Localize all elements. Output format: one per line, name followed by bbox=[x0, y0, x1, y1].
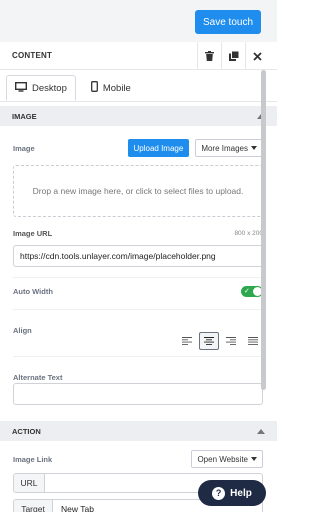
device-tabs: Desktop Mobile bbox=[0, 70, 277, 102]
more-images-dropdown[interactable]: More Images bbox=[195, 139, 263, 157]
caret-down-icon bbox=[251, 146, 257, 150]
dropzone-text: Drop a new image here, or click to selec… bbox=[32, 185, 244, 196]
save-button[interactable]: Save touch bbox=[195, 10, 261, 34]
align-center-button[interactable] bbox=[199, 332, 219, 350]
desktop-icon bbox=[14, 81, 28, 95]
chevron-up-icon bbox=[257, 427, 265, 436]
image-dropzone[interactable]: Drop a new image here, or click to selec… bbox=[13, 165, 263, 217]
panel-header: CONTENT bbox=[0, 42, 277, 70]
duplicate-icon[interactable] bbox=[221, 42, 245, 70]
divider bbox=[13, 309, 263, 310]
target-field-label: Target bbox=[13, 499, 53, 512]
help-icon: ? bbox=[212, 486, 226, 500]
more-images-label: More Images bbox=[201, 143, 248, 153]
alt-text-label-row: Alternate Text bbox=[0, 367, 277, 382]
auto-width-row: Auto Width ✓ bbox=[0, 278, 277, 304]
image-actions: Upload Image More Images bbox=[127, 139, 263, 157]
align-right-icon bbox=[226, 337, 236, 345]
image-url-input[interactable]: https://cdn.tools.unlayer.com/image/plac… bbox=[13, 245, 263, 267]
align-left-icon bbox=[182, 337, 192, 345]
image-size-text: 800 x 200 bbox=[234, 229, 263, 237]
align-right-button[interactable] bbox=[221, 332, 241, 350]
help-button[interactable]: ? Help bbox=[198, 480, 266, 506]
link-type-label: Open Website bbox=[197, 454, 248, 464]
editor-page: Save touch CONTENT Desktop Mobile IMAGE … bbox=[0, 0, 277, 512]
auto-width-label: Auto Width bbox=[13, 286, 53, 296]
tab-label: Desktop bbox=[32, 82, 67, 94]
align-group bbox=[177, 332, 263, 350]
panel-scrollbar[interactable] bbox=[261, 70, 266, 390]
top-bar: Save touch bbox=[0, 0, 277, 42]
mobile-icon bbox=[90, 81, 98, 95]
align-center-icon bbox=[204, 337, 214, 345]
image-link-row: Image Link Open Website bbox=[0, 450, 277, 468]
tab-desktop[interactable]: Desktop bbox=[6, 75, 76, 101]
upload-image-button[interactable]: Upload Image bbox=[127, 139, 190, 157]
alt-text-input[interactable] bbox=[13, 383, 263, 405]
align-row bbox=[0, 332, 277, 350]
help-label: Help bbox=[230, 487, 252, 499]
divider bbox=[13, 356, 263, 357]
image-label: Image bbox=[13, 143, 35, 153]
section-title: ACTION bbox=[12, 426, 41, 436]
delete-icon[interactable] bbox=[197, 42, 221, 70]
image-section-header[interactable]: IMAGE bbox=[0, 106, 277, 126]
image-url-row: Image URL 800 x 200 bbox=[0, 227, 277, 239]
link-type-dropdown[interactable]: Open Website bbox=[191, 450, 263, 468]
auto-width-toggle[interactable]: ✓ bbox=[241, 285, 263, 297]
align-left-button[interactable] bbox=[177, 332, 197, 350]
panel-header-actions bbox=[197, 42, 269, 70]
panel-title: CONTENT bbox=[12, 51, 53, 60]
image-url-label: Image URL bbox=[13, 228, 53, 238]
tab-label: Mobile bbox=[102, 82, 131, 94]
section-title: IMAGE bbox=[12, 111, 37, 121]
action-section-header[interactable]: ACTION bbox=[0, 421, 277, 441]
align-justify-button[interactable] bbox=[243, 332, 263, 350]
align-label-row: Align bbox=[0, 320, 277, 335]
url-field-label: URL bbox=[13, 473, 45, 493]
close-icon[interactable] bbox=[245, 42, 269, 70]
tab-mobile[interactable]: Mobile bbox=[82, 75, 140, 101]
image-row: Image Upload Image More Images bbox=[0, 139, 277, 157]
align-justify-icon bbox=[248, 337, 258, 345]
alt-text-label: Alternate Text bbox=[13, 373, 63, 382]
check-icon: ✓ bbox=[244, 287, 250, 295]
caret-down-icon bbox=[251, 457, 257, 461]
image-link-label: Image Link bbox=[13, 454, 53, 464]
